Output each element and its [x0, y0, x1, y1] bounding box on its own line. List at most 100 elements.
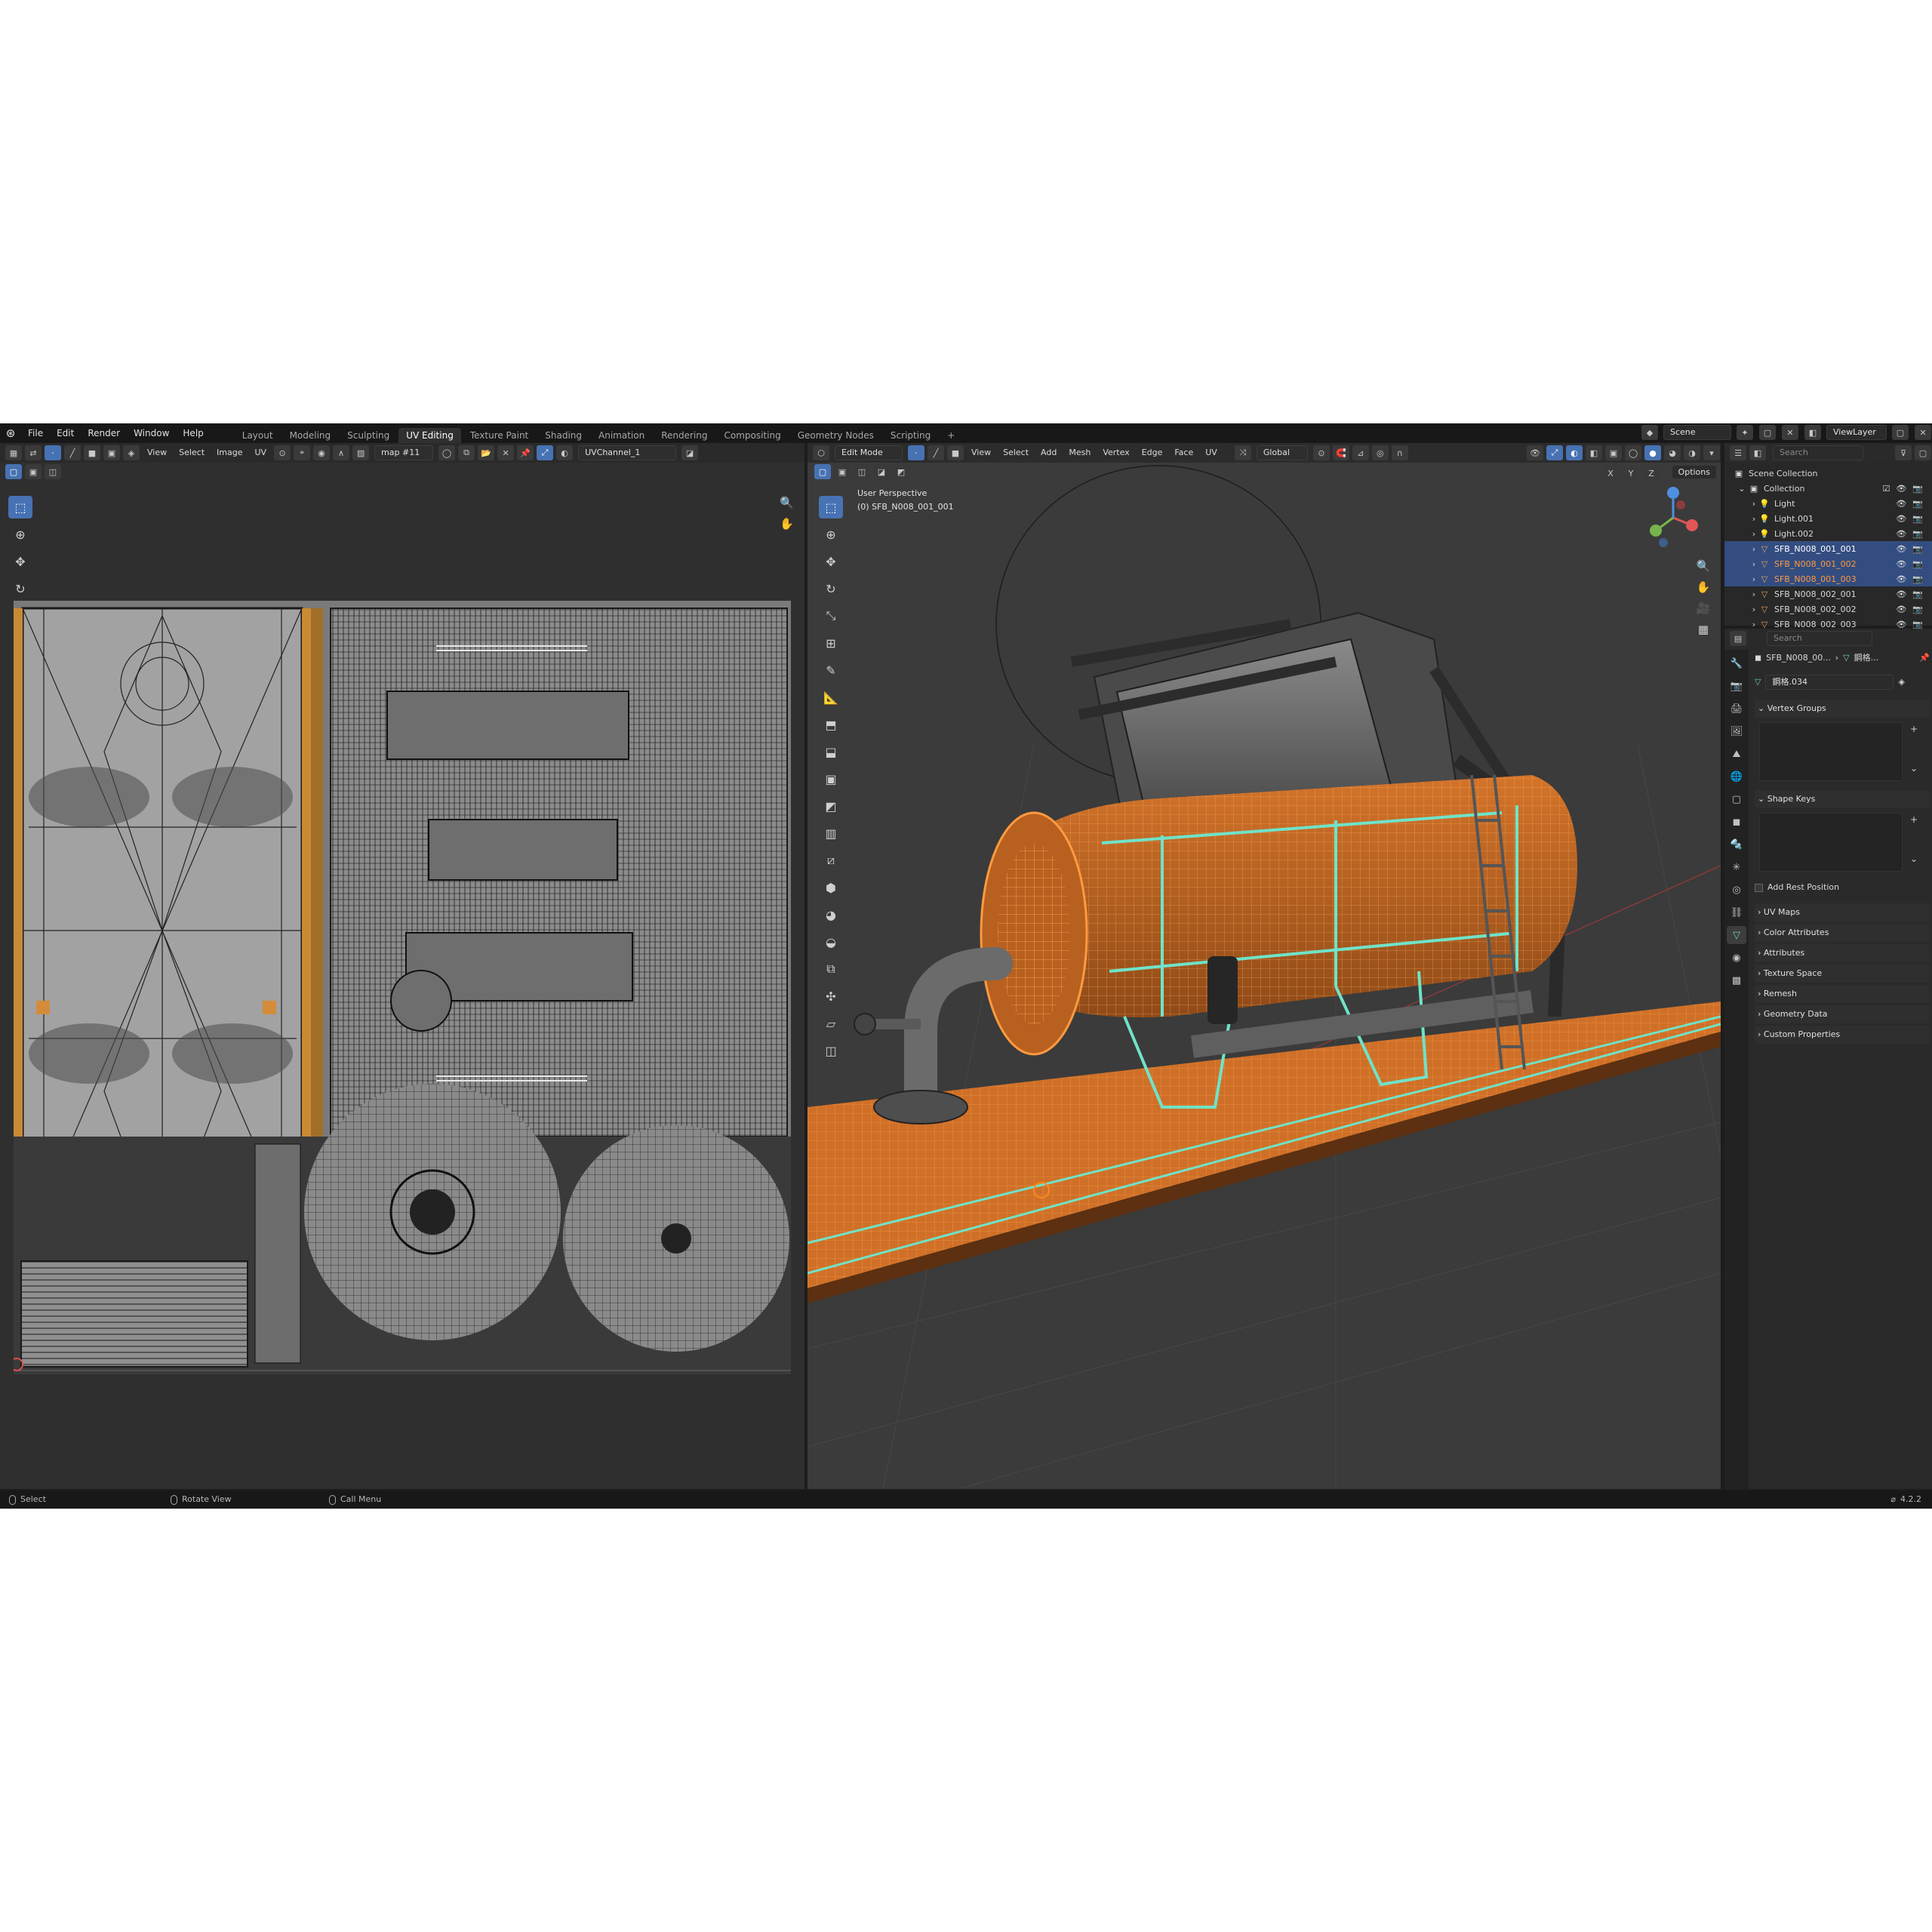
tool-tab-icon[interactable]: 🔧 — [1727, 654, 1746, 672]
render-camera-icon[interactable]: 📷 — [1912, 559, 1923, 569]
select-subtract-icon[interactable]: ◫ — [45, 464, 61, 479]
world-tab-icon[interactable]: 🌐 — [1727, 768, 1746, 786]
display-mode-icon[interactable]: ◧ — [1749, 445, 1766, 460]
proportional-edit-icon[interactable]: ◉ — [313, 445, 331, 460]
hide-eye-icon[interactable]: 👁 — [1896, 620, 1906, 629]
tab-layout[interactable]: Layout — [235, 428, 281, 443]
color-attributes-header[interactable]: › Color Attributes — [1755, 924, 1930, 942]
outliner-collection[interactable]: ⌄ ▣ Collection ☑ 👁 📷 — [1724, 481, 1932, 496]
exclude-checkbox-icon[interactable]: ☑ — [1882, 484, 1890, 494]
outliner-item[interactable]: › 💡 Light 👁 📷 — [1724, 496, 1932, 511]
properties-editor-type-icon[interactable]: ▤ — [1730, 631, 1746, 646]
view-layer-selector[interactable]: ViewLayer — [1826, 425, 1887, 440]
tab-uv-editing[interactable]: UV Editing — [398, 428, 461, 443]
constraints-tab-icon[interactable]: ⛓ — [1727, 903, 1746, 921]
visibility-icon[interactable]: 👁 — [1527, 445, 1543, 460]
show-gizmo-icon[interactable]: ⤢ — [1546, 445, 1563, 460]
snap-target-icon[interactable]: ⊿ — [1352, 445, 1369, 460]
material-tab-icon[interactable]: ◉ — [1727, 949, 1746, 967]
rotate-tool-icon[interactable]: ↻ — [8, 577, 32, 600]
fake-user-icon[interactable]: ◯ — [438, 445, 456, 460]
add-workspace-button[interactable]: + — [940, 428, 962, 443]
vp-menu-uv[interactable]: UV — [1200, 443, 1223, 463]
outliner-item[interactable]: › ▽ SFB_N008_002_001 👁 📷 — [1724, 586, 1932, 601]
delete-scene-icon[interactable]: ✕ — [1782, 425, 1798, 440]
vp-zoom-icon[interactable]: 🔍 — [1694, 556, 1713, 576]
tab-animation[interactable]: Animation — [591, 428, 652, 443]
mesh-name-field[interactable]: 鋼格.034 — [1765, 675, 1894, 690]
pin-properties-icon[interactable]: 📌 — [1919, 650, 1930, 666]
output-tab-icon[interactable]: 🖨 — [1727, 700, 1746, 718]
hide-eye-icon[interactable]: 👁 — [1896, 499, 1906, 509]
particles-tab-icon[interactable]: ✳ — [1727, 858, 1746, 876]
vp-select-tool-icon[interactable]: ⬚ — [819, 496, 843, 518]
vp-annotate-tool-icon[interactable]: ✎ — [819, 659, 843, 681]
select-box-tool-icon[interactable]: ⬚ — [8, 496, 32, 518]
bevel-tool-icon[interactable]: ◩ — [819, 795, 843, 817]
physics-tab-icon[interactable]: ◎ — [1727, 881, 1746, 899]
expand-arrow-icon[interactable]: › — [1749, 574, 1759, 584]
add-rest-position-checkbox[interactable] — [1755, 883, 1763, 892]
tab-scripting[interactable]: Scripting — [883, 428, 938, 443]
expand-arrow-icon[interactable]: › — [1749, 528, 1759, 539]
mode-selector[interactable]: Edit Mode — [835, 445, 903, 460]
uv-menu-select[interactable]: Select — [174, 443, 210, 463]
vp-transform-tool-icon[interactable]: ⊞ — [819, 632, 843, 654]
shear-tool-icon[interactable]: ▱ — [819, 1012, 843, 1035]
tab-texture-paint[interactable]: Texture Paint — [463, 428, 536, 443]
vp-menu-select[interactable]: Select — [998, 443, 1034, 463]
shading-wireframe-icon[interactable]: ◯ — [1625, 445, 1641, 460]
outliner-item[interactable]: › ▽ SFB_N008_001_002 👁 📷 — [1724, 556, 1932, 571]
geometry-data-header[interactable]: › Geometry Data — [1755, 1005, 1930, 1023]
vp-menu-view[interactable]: View — [966, 443, 996, 463]
open-image-icon[interactable]: 📂 — [478, 445, 495, 460]
camera-view-icon[interactable]: 🎥 — [1694, 598, 1713, 618]
ortho-toggle-icon[interactable]: ▦ — [1694, 620, 1713, 639]
vp-select-intersect-icon[interactable]: ◩ — [893, 464, 909, 479]
edge-mode-icon[interactable]: ╱ — [928, 445, 944, 460]
mesh-datablock-icon[interactable]: ▽ — [1755, 674, 1761, 691]
face-select-icon[interactable]: ■ — [84, 445, 100, 460]
face-mode-icon[interactable]: ■ — [947, 445, 964, 460]
vertex-groups-header[interactable]: ⌄ Vertex Groups — [1755, 700, 1930, 718]
overlay-toggle-icon[interactable]: ◐ — [556, 445, 574, 460]
shape-key-menu-icon[interactable]: ⌄ — [1910, 854, 1918, 864]
uv-editor[interactable]: ▦ ⇄ · ╱ ■ ▣ ◈ View Select Image UV ⊙ ⌖ ◉… — [0, 443, 804, 1489]
render-camera-icon[interactable]: 📷 — [1912, 605, 1923, 614]
snap-icon[interactable]: ⌖ — [294, 445, 311, 460]
vp-select-extend-icon[interactable]: ▣ — [834, 464, 851, 479]
3d-viewport[interactable]: ⬡ Edit Mode · ╱ ■ View Select Add Mesh V… — [808, 443, 1721, 1489]
delete-view-layer-icon[interactable]: ✕ — [1915, 425, 1931, 440]
render-camera-icon[interactable]: 📷 — [1912, 574, 1923, 584]
outliner-item[interactable]: › 💡 Light.001 👁 📷 — [1724, 511, 1932, 526]
knife-tool-icon[interactable]: ⧄ — [819, 849, 843, 872]
island-select-icon[interactable]: ▣ — [103, 445, 120, 460]
vp-menu-vertex[interactable]: Vertex — [1097, 443, 1134, 463]
display-channels-icon[interactable]: ◪ — [681, 445, 699, 460]
outliner-item[interactable]: › ▽ SFB_N008_001_003 👁 📷 — [1724, 571, 1932, 586]
properties-editor[interactable]: ▤ Search 🔧 📷 🖨 🖼 ⛰ 🌐 ▢ ◼ 🔩 ✳ ◎ ⛓ ▽ ◉ ▩ ◼… — [1724, 629, 1932, 1489]
vp-select-new-icon[interactable]: ▢ — [814, 464, 831, 479]
object-tab-icon[interactable]: ◼ — [1727, 813, 1746, 831]
select-extend-icon[interactable]: ▣ — [25, 464, 42, 479]
pivot-icon[interactable]: ⊙ — [274, 445, 291, 460]
render-camera-icon[interactable]: 📷 — [1912, 620, 1923, 629]
mirror-y-button[interactable]: Y — [1623, 466, 1639, 481]
pin-scene-icon[interactable]: ✦ — [1737, 425, 1753, 440]
uv-map-selector[interactable]: UVChannel_1 — [578, 445, 677, 460]
vp-pan-icon[interactable]: ✋ — [1694, 577, 1713, 597]
shading-solid-icon[interactable]: ● — [1644, 445, 1661, 460]
filter-icon[interactable]: ⊽ — [1895, 445, 1912, 460]
vp-move-tool-icon[interactable]: ✥ — [819, 550, 843, 573]
vp-menu-mesh[interactable]: Mesh — [1063, 443, 1096, 463]
texture-tab-icon[interactable]: ▩ — [1727, 971, 1746, 989]
hide-eye-icon[interactable]: 👁 — [1896, 514, 1906, 524]
smooth-tool-icon[interactable]: ◒ — [819, 931, 843, 953]
uv-maps-header[interactable]: › UV Maps — [1755, 903, 1930, 921]
shrink-fatten-tool-icon[interactable]: ✣ — [819, 985, 843, 1008]
vertex-group-menu-icon[interactable]: ⌄ — [1910, 763, 1918, 774]
vp-menu-add[interactable]: Add — [1035, 443, 1062, 463]
vp-measure-tool-icon[interactable]: 📐 — [819, 686, 843, 709]
transform-orientation-selector[interactable]: Global — [1256, 445, 1308, 460]
cursor-tool-icon[interactable]: ⊕ — [8, 523, 32, 546]
